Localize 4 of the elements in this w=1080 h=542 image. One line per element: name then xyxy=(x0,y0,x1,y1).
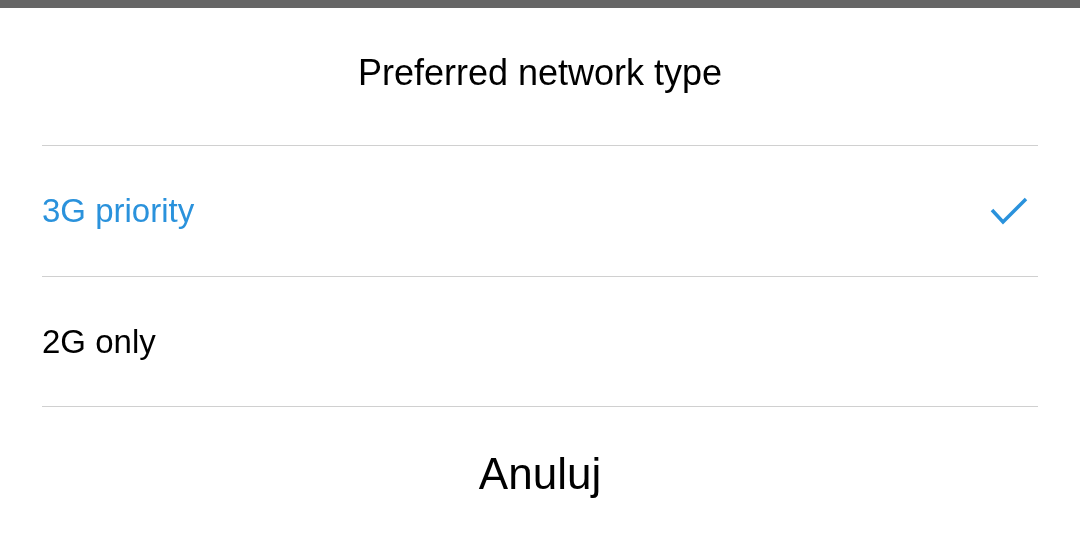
cancel-button[interactable]: Anuluj xyxy=(468,445,612,503)
dialog-title: Preferred network type xyxy=(356,50,724,95)
checkmark-icon xyxy=(990,197,1028,225)
network-option[interactable]: 2G only xyxy=(42,276,1038,407)
